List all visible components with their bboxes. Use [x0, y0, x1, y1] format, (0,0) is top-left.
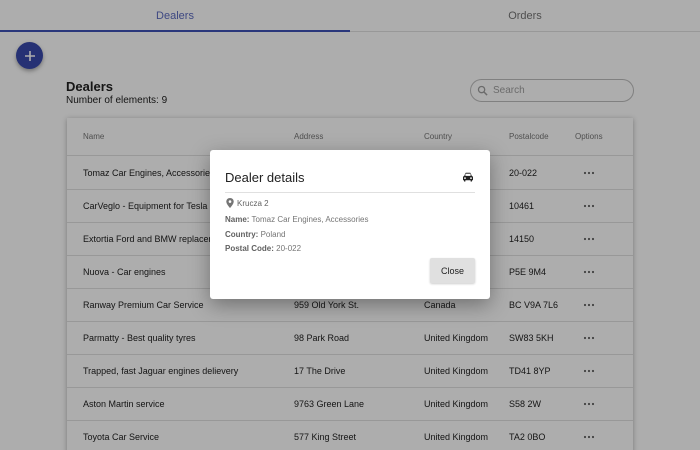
- map-pin-icon: [226, 198, 234, 208]
- dialog-title: Dealer details: [225, 170, 305, 185]
- dealer-name-value: Tomaz Car Engines, Accessories: [251, 215, 369, 224]
- dealer-postal-label: Postal Code:: [225, 244, 274, 253]
- dealer-name-label: Name:: [225, 215, 250, 224]
- dealer-name-line: Name: Tomaz Car Engines, Accessories: [225, 215, 368, 224]
- dealer-postal-line: Postal Code: 20-022: [225, 244, 301, 253]
- car-icon: [463, 172, 473, 182]
- close-button[interactable]: Close: [430, 258, 475, 283]
- dealer-address: Krucza 2: [226, 198, 269, 208]
- dealer-postal-value: 20-022: [276, 244, 302, 253]
- dealer-country-line: Country: Poland: [225, 230, 285, 239]
- dealer-address-text: Krucza 2: [237, 198, 269, 208]
- dealer-country-value: Poland: [260, 230, 286, 239]
- dealer-country-label: Country:: [225, 230, 259, 239]
- dialog-divider: [225, 192, 475, 193]
- dealer-details-dialog: Dealer details Krucza 2 Name: Tomaz Car …: [210, 150, 490, 299]
